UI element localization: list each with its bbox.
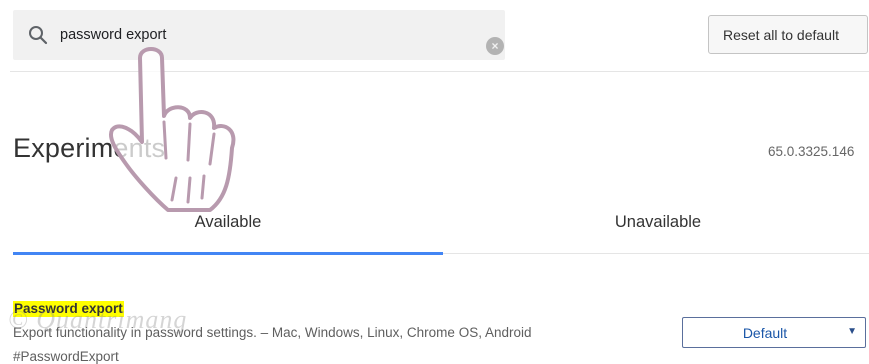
search-input[interactable] [60, 24, 460, 46]
experiment-permalink[interactable]: #PasswordExport [13, 349, 119, 364]
experiment-state-select[interactable]: Default ▼ [682, 317, 866, 348]
header-divider [10, 71, 869, 72]
experiment-state-value: Default [742, 325, 788, 341]
reset-all-button[interactable]: Reset all to default [708, 15, 868, 54]
search-box[interactable]: × [13, 10, 505, 60]
close-circle-icon[interactable]: × [486, 37, 504, 55]
chevron-down-icon: ▼ [847, 326, 857, 337]
search-icon [28, 25, 48, 45]
tab-divider [443, 253, 869, 254]
tab-available[interactable]: Available [13, 213, 443, 232]
tab-unavailable[interactable]: Unavailable [443, 213, 869, 232]
hand-pointer-icon [109, 47, 236, 212]
chrome-flags-page: × Reset all to default Experiments 65.0.… [0, 0, 869, 364]
version-label: 65.0.3325.146 [768, 144, 855, 159]
page-title: Experiments [13, 133, 166, 163]
tab-active-indicator [13, 252, 443, 255]
experiment-description: Export functionality in password setting… [13, 325, 532, 340]
experiment-name: Password export [13, 301, 124, 317]
